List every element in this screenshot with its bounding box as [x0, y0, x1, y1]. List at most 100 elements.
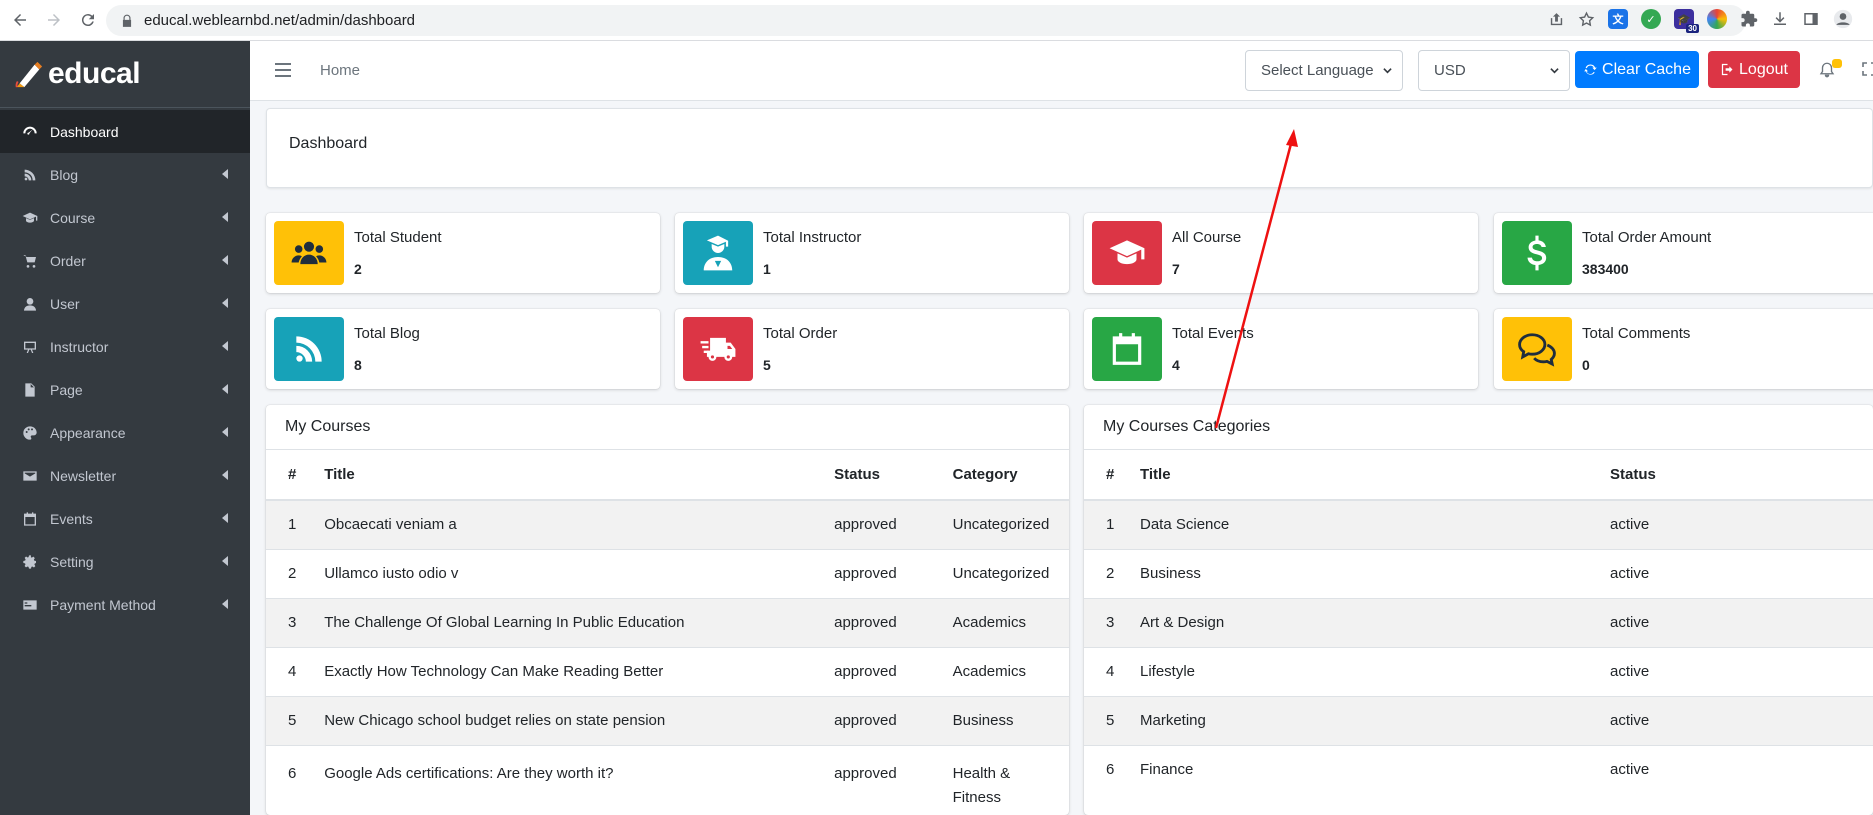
sidebar-item-setting[interactable]: Setting [0, 540, 250, 583]
blog-icon [274, 317, 344, 381]
sidebar-item-blog[interactable]: Blog [0, 153, 250, 196]
expand-icon[interactable] [1862, 62, 1873, 76]
table-row: 2 Ullamco iusto odio v approved Uncategoriz… [266, 548, 1069, 598]
sidebar-item-page[interactable]: Page [0, 368, 250, 411]
chevron-left-icon [222, 255, 228, 265]
sidebar-item-payment-method[interactable]: Payment Method [0, 583, 250, 626]
table-cell: 3 [1084, 597, 1140, 647]
home-link[interactable]: Home [320, 62, 360, 79]
col-status: Status [834, 450, 953, 501]
sidebar-item-instructor[interactable]: Instructor [0, 325, 250, 368]
sidebar-item-label: Payment Method [50, 596, 156, 613]
currency-select-value: USD [1434, 62, 1466, 79]
translate-ext-icon[interactable]: 文 [1608, 9, 1628, 29]
table-cell: Lifestyle [1140, 646, 1610, 696]
stat-label: Total Order Amount [1582, 229, 1712, 246]
table-row: 4 Exactly How Technology Can Make Reading… [266, 646, 1069, 696]
stat-value: 0 [1582, 357, 1590, 373]
stat-value: 4 [1172, 357, 1180, 373]
table-cell: Academics [952, 597, 1069, 647]
stat-value: 8 [354, 357, 362, 373]
page-title: Dashboard [289, 135, 368, 152]
stat-box-total-instructor: Total Instructor 1 [675, 213, 1069, 293]
url-text: educal.weblearnbd.net/admin/dashboard [144, 12, 416, 29]
menu-toggle-icon[interactable] [275, 63, 291, 77]
sidebar-item-events[interactable]: Events [0, 497, 250, 540]
stat-box-total-events: Total Events 4 [1084, 309, 1478, 389]
star-icon[interactable] [1578, 10, 1595, 28]
logout-button[interactable]: Logout [1708, 51, 1800, 88]
users-icon [274, 221, 344, 285]
chevron-left-icon [222, 470, 228, 480]
currency-select[interactable]: USD [1418, 50, 1570, 91]
color-ext-icon[interactable] [1707, 9, 1727, 29]
table-cell: Data Science [1140, 499, 1610, 549]
notification-badge [1832, 59, 1842, 68]
forward-icon[interactable] [40, 6, 68, 34]
table-header-row: # Title Status [1084, 450, 1873, 501]
stat-value: 383400 [1582, 261, 1629, 277]
sidebar-menu: Dashboard Blog Course Order User Instructor Pa… [0, 108, 250, 626]
clear-cache-button[interactable]: Clear Cache [1575, 51, 1699, 88]
puzzle-icon[interactable] [1740, 10, 1758, 28]
sidebar-item-dashboard[interactable]: Dashboard [0, 110, 250, 153]
truck-icon [683, 317, 753, 381]
shield-ext-icon[interactable]: ✓ [1641, 9, 1661, 29]
sidebar-item-course[interactable]: Course [0, 196, 250, 239]
stat-box-total-order: Total Order 5 [675, 309, 1069, 389]
col-title: Title [1140, 450, 1610, 501]
hat-ext-icon[interactable]: 🎓 30 [1674, 9, 1699, 33]
my-categories-table: # Title Status 1 Data Science active 2 Busin… [1084, 450, 1873, 794]
table-cell: Health & Fitness [952, 744, 1069, 810]
reload-icon[interactable] [74, 6, 102, 34]
stat-box-all-course: All Course 7 [1084, 213, 1478, 293]
sidepanel-icon[interactable] [1802, 10, 1820, 28]
language-select-value: Select Language [1261, 62, 1374, 79]
palette-icon [21, 424, 38, 441]
table-cell: Finance [1140, 744, 1610, 794]
stat-value: 2 [354, 261, 362, 277]
table-cell: Obcaecati veniam a [324, 499, 835, 549]
gear-icon [21, 553, 38, 570]
language-select[interactable]: Select Language [1245, 50, 1403, 91]
col-status: Status [1610, 450, 1873, 501]
graduation-cap-icon [21, 209, 38, 226]
sidebar-item-user[interactable]: User [0, 282, 250, 325]
col-title: Title [324, 450, 835, 501]
share-icon[interactable] [1548, 11, 1565, 28]
sidebar-item-order[interactable]: Order [0, 239, 250, 282]
table-row: 6 Finance active [1084, 744, 1873, 794]
back-icon[interactable] [6, 6, 34, 34]
stat-value: 5 [763, 357, 771, 373]
address-bar[interactable]: educal.weblearnbd.net/admin/dashboard [106, 5, 1746, 36]
stat-value: 1 [763, 261, 771, 277]
graduation-cap-icon [1092, 221, 1162, 285]
table-cell: active [1610, 499, 1873, 549]
stat-box-total-order-amount: Total Order Amount 383400 [1494, 213, 1873, 293]
sidebar-item-appearance[interactable]: Appearance [0, 411, 250, 454]
envelope-icon [21, 467, 38, 484]
table-cell: Academics [952, 646, 1069, 696]
table-cell: active [1610, 744, 1873, 794]
table-cell: Uncategorized [952, 499, 1069, 549]
card-icon [21, 596, 38, 613]
table-row: 5 Marketing active [1084, 695, 1873, 745]
chevron-left-icon [222, 212, 228, 222]
table-row: 1 Obcaecati veniam a approved Uncategorized [266, 499, 1069, 549]
table-cell: active [1610, 548, 1873, 598]
table-cell: 5 [1084, 695, 1140, 745]
profile-icon[interactable] [1833, 9, 1853, 29]
my-courses-title: My Courses [266, 405, 1069, 450]
table-row: 4 Lifestyle active [1084, 646, 1873, 696]
brand-link[interactable]: educal [0, 41, 250, 108]
table-cell: Google Ads certifications: Are they wort… [324, 744, 835, 810]
comments-icon [1502, 317, 1572, 381]
ext-badge: 30 [1686, 24, 1699, 33]
sidebar-item-newsletter[interactable]: Newsletter [0, 454, 250, 497]
table-cell: Business [1140, 548, 1610, 598]
download-icon[interactable] [1771, 10, 1789, 28]
table-cell: 4 [1084, 646, 1140, 696]
table-header-row: # Title Status Category [266, 450, 1069, 501]
table-cell: 6 [266, 744, 325, 810]
chevron-left-icon [222, 599, 228, 609]
